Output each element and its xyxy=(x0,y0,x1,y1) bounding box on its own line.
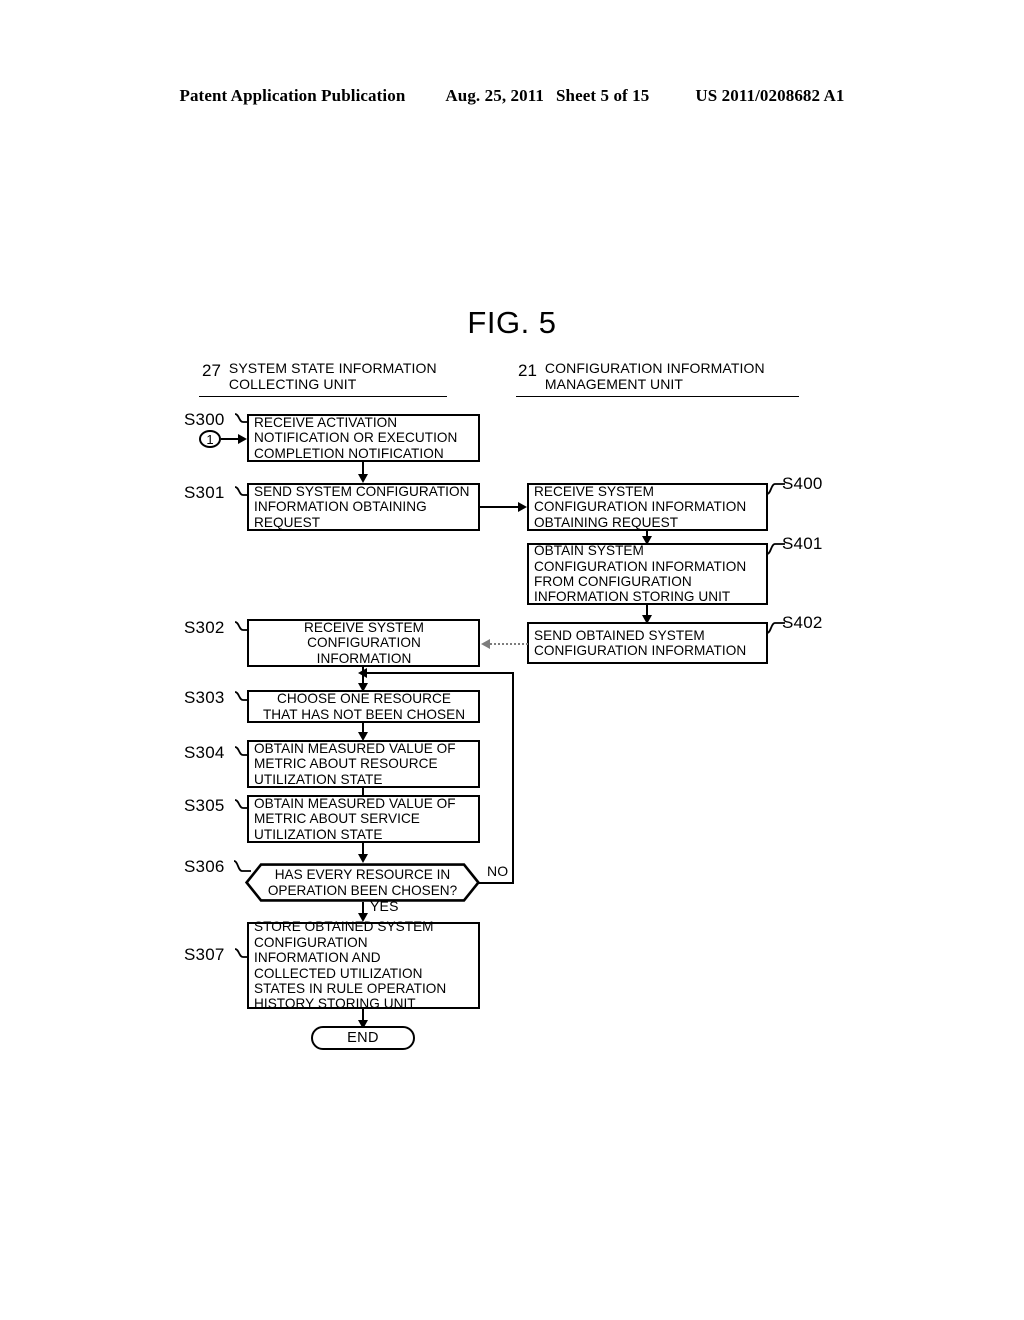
step-label-s305: S305 xyxy=(184,796,225,815)
s303-line-2: THAT HAS NOT BEEN CHOSEN xyxy=(262,706,466,722)
s402-line-1: SEND OBTAINED SYSTEM xyxy=(534,627,705,643)
s305-line-2: METRIC ABOUT SERVICE xyxy=(254,811,420,827)
s300-line-3: COMPLETION NOTIFICATION xyxy=(254,445,444,461)
s304-line-2: METRIC ABOUT RESOURCE xyxy=(254,756,438,772)
unit-name-21-line2: MANAGEMENT UNIT xyxy=(544,375,684,392)
no-branch-vertical xyxy=(512,672,514,884)
s305-line-3: UTILIZATION STATE xyxy=(254,826,383,842)
s401-line-4: INFORMATION STORING UNIT xyxy=(534,589,731,605)
s305-line-1: OBTAIN MEASURED VALUE OF xyxy=(254,795,456,811)
s306-line-2: OPERATION BEEN CHOSEN? xyxy=(267,882,458,898)
step-label-s306: S306 xyxy=(184,857,225,876)
figure-title: FIG. 5 xyxy=(467,305,557,340)
step-label-s401: S401 xyxy=(782,534,823,553)
sheet-number: Sheet 5 of 15 xyxy=(555,86,650,105)
publication-date: Aug. 25, 2011 xyxy=(445,86,544,105)
unit-name-27: SYSTEM STATE INFORMATION COLLECTING UNIT xyxy=(228,360,437,392)
edge-s300-s301-arrowhead xyxy=(357,474,368,483)
step-label-s301: S301 xyxy=(184,483,225,502)
s400-line-3: OBTAINING REQUEST xyxy=(534,514,679,530)
column-header-rule-right xyxy=(516,396,799,397)
unit-reference-number-27: 27 xyxy=(202,361,221,380)
column-header-system-state-information-collecting-unit: 27 SYSTEM STATE INFORMATION COLLECTING U… xyxy=(202,360,437,392)
s401-line-3: FROM CONFIGURATION xyxy=(534,574,692,589)
s301-line-2: INFORMATION OBTAINING xyxy=(254,499,427,515)
patent-number: US 2011/0208682 A1 xyxy=(695,86,845,105)
edge-s402-s302-dotted-line xyxy=(490,643,528,645)
connector-1-to-s300-arrowhead xyxy=(238,433,247,444)
step-label-s302: S302 xyxy=(184,618,225,637)
unit-name-21-line1: CONFIGURATION INFORMATION xyxy=(544,360,765,376)
s400-line-2: CONFIGURATION INFORMATION xyxy=(534,499,747,515)
s303-line-1: CHOOSE ONE RESOURCE xyxy=(277,691,451,707)
s302-line-2: CONFIGURATION xyxy=(307,635,421,651)
process-box-s302: RECEIVE SYSTEM CONFIGURATION INFORMATION xyxy=(247,619,480,667)
s304-line-3: UTILIZATION STATE xyxy=(254,771,383,787)
step-label-s303: S303 xyxy=(184,688,225,707)
s307-line-5: STATES IN RULE OPERATION xyxy=(254,980,447,996)
s307-line-4: COLLECTED UTILIZATION xyxy=(254,965,423,981)
process-box-s301: SEND SYSTEM CONFIGURATION INFORMATION OB… xyxy=(247,483,480,531)
no-branch-horizontal-return xyxy=(366,672,514,674)
edge-s301-s400-arrowhead xyxy=(518,501,527,512)
edge-s305-s306-arrowhead xyxy=(357,854,368,863)
unit-name-27-line2: COLLECTING UNIT xyxy=(228,375,357,392)
unit-name-27-line1: SYSTEM STATE INFORMATION xyxy=(228,360,437,376)
s300-line-2: NOTIFICATION OR EXECUTION xyxy=(254,430,458,446)
connector-1-to-s300-line xyxy=(221,438,239,440)
process-box-s305: OBTAIN MEASURED VALUE OF METRIC ABOUT SE… xyxy=(247,795,480,843)
terminator-end-label: END xyxy=(347,1030,379,1046)
s400-line-1: RECEIVE SYSTEM xyxy=(534,483,655,499)
edge-s301-s400-line xyxy=(480,506,519,508)
s401-line-2: CONFIGURATION INFORMATION xyxy=(534,558,747,574)
no-branch-arrowhead xyxy=(358,667,367,678)
column-header-rule-left xyxy=(199,396,447,397)
process-box-s402: SEND OBTAINED SYSTEM CONFIGURATION INFOR… xyxy=(527,622,768,664)
process-box-s307: STORE OBTAINED SYSTEM CONFIGURATION INFO… xyxy=(247,919,480,1012)
decision-box-s306: HAS EVERY RESOURCE IN OPERATION BEEN CHO… xyxy=(245,863,480,902)
s307-line-6: HISTORY STORING UNIT xyxy=(254,996,416,1012)
s306-line-1: HAS EVERY RESOURCE IN xyxy=(274,867,451,883)
process-box-s300: RECEIVE ACTIVATION NOTIFICATION OR EXECU… xyxy=(247,414,480,462)
terminator-end: END xyxy=(311,1026,415,1050)
step-label-s300: S300 xyxy=(184,410,225,429)
process-box-s401: OBTAIN SYSTEM CONFIGURATION INFORMATION … xyxy=(527,543,768,605)
unit-reference-number-21: 21 xyxy=(518,361,537,380)
s307-line-1: STORE OBTAINED SYSTEM xyxy=(254,919,434,935)
edge-s402-s302-arrowhead xyxy=(481,638,490,649)
s300-line-1: RECEIVE ACTIVATION xyxy=(254,414,398,430)
branch-label-no: NO xyxy=(487,863,509,879)
s302-line-3: INFORMATION xyxy=(316,650,412,666)
s301-line-1: SEND SYSTEM CONFIGURATION xyxy=(254,483,470,499)
s301-line-3: REQUEST xyxy=(254,514,321,530)
s402-line-2: CONFIGURATION INFORMATION xyxy=(534,643,747,658)
step-label-s400: S400 xyxy=(782,474,823,493)
step-label-s307: S307 xyxy=(184,945,225,964)
unit-name-21: CONFIGURATION INFORMATION MANAGEMENT UNI… xyxy=(544,360,765,392)
s307-line-2: CONFIGURATION xyxy=(254,934,368,950)
process-box-s304: OBTAIN MEASURED VALUE OF METRIC ABOUT RE… xyxy=(247,740,480,788)
decision-text-s306: HAS EVERY RESOURCE IN OPERATION BEEN CHO… xyxy=(245,863,480,902)
no-branch-horizontal-out xyxy=(478,882,514,884)
branch-label-yes: YES xyxy=(370,898,399,914)
s401-line-1: OBTAIN SYSTEM xyxy=(534,543,644,559)
step-label-s402: S402 xyxy=(782,613,823,632)
inbound-connector-1-label: 1 xyxy=(206,431,214,447)
step-label-s304: S304 xyxy=(184,743,225,762)
process-box-s400: RECEIVE SYSTEM CONFIGURATION INFORMATION… xyxy=(527,483,768,531)
s307-line-3: INFORMATION AND xyxy=(254,950,381,966)
s302-line-1: RECEIVE SYSTEM xyxy=(303,619,425,635)
page-header: Patent Application Publication Aug. 25, … xyxy=(0,86,1024,106)
process-box-s303: CHOOSE ONE RESOURCE THAT HAS NOT BEEN CH… xyxy=(247,690,480,723)
column-header-configuration-information-management-unit: 21 CONFIGURATION INFORMATION MANAGEMENT … xyxy=(518,360,765,392)
inbound-connector-1: 1 xyxy=(199,430,221,448)
publication-title: Patent Application Publication xyxy=(179,86,406,105)
s304-line-1: OBTAIN MEASURED VALUE OF xyxy=(254,740,456,756)
